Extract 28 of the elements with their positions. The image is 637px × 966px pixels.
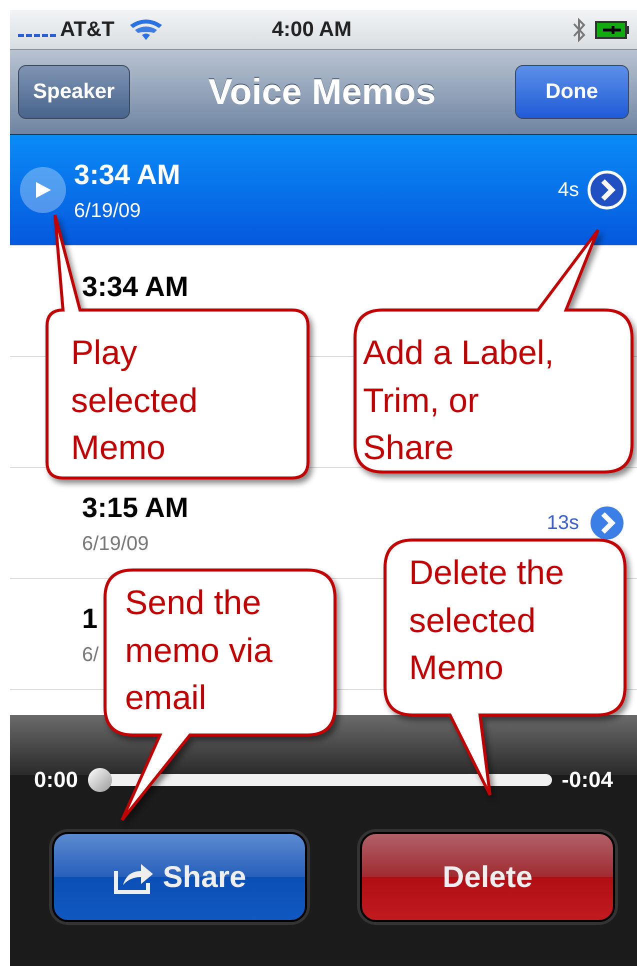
- memo-duration: 13s: [546, 511, 579, 536]
- memo-date: 6/19/09: [74, 199, 141, 224]
- delete-button[interactable]: Delete: [360, 832, 615, 922]
- memo-date: 6/19/09: [82, 532, 149, 557]
- memo-time: 3:15 AM: [82, 491, 188, 525]
- status-time: 4:00 AM: [270, 16, 353, 43]
- chevron-icon[interactable]: [587, 170, 627, 210]
- share-button[interactable]: Share: [52, 832, 307, 922]
- memo-time: 1: [82, 602, 98, 636]
- tooltip-text: Send the memo via email: [125, 583, 274, 720]
- screen-title: Voice Memos: [208, 70, 436, 114]
- speaker-button[interactable]: Speaker: [18, 65, 130, 119]
- play-button[interactable]: [20, 167, 66, 213]
- remaining-time: -0:04: [562, 766, 613, 794]
- signal-icon: [18, 34, 56, 37]
- bluetooth-icon: [571, 16, 587, 42]
- elapsed-time: 0:00: [34, 766, 78, 794]
- battery-icon: [595, 20, 629, 38]
- memo-date: 6/: [82, 643, 99, 668]
- done-button[interactable]: Done: [514, 65, 629, 119]
- play-icon: [33, 180, 53, 200]
- wifi-icon: [130, 18, 162, 42]
- memo-row[interactable]: 3:34 AM 6/19/09 4s: [10, 135, 637, 246]
- slider-thumb[interactable]: [88, 768, 112, 792]
- memo-duration: 4s: [558, 178, 579, 203]
- memo-time: 3:34 AM: [74, 158, 180, 192]
- carrier-name: AT&T: [60, 16, 114, 43]
- memo-time: 3:34 AM: [82, 270, 188, 304]
